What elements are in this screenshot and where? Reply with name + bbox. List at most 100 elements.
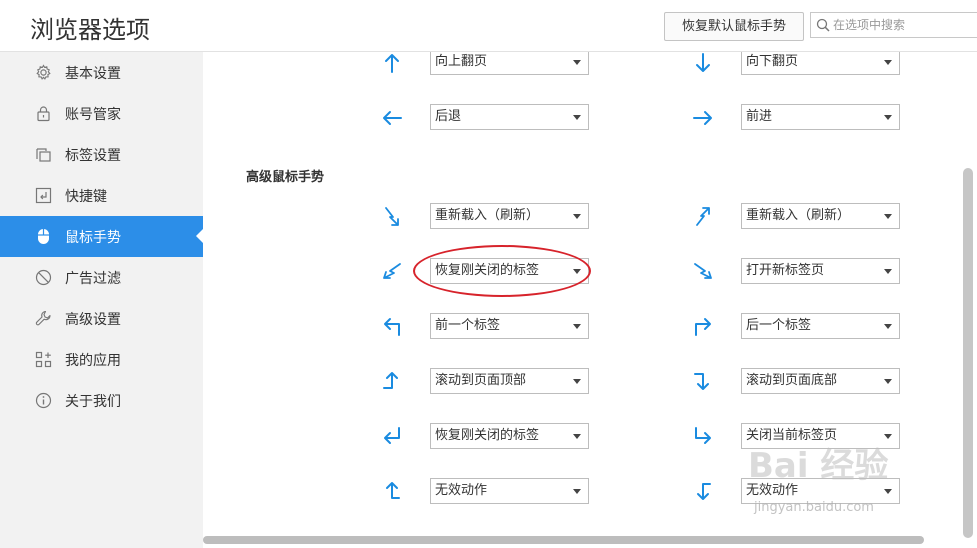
reset-gestures-button[interactable]: 恢复默认鼠标手势 — [664, 12, 804, 41]
sidebar-item-label: 广告过滤 — [65, 271, 121, 287]
apps-icon — [35, 351, 52, 368]
sidebar-item-shortcuts[interactable]: 快捷键 — [0, 175, 203, 216]
search-box[interactable] — [810, 12, 977, 38]
arrow-down-right-icon — [695, 427, 711, 444]
gesture-select-value: 重新载入（刷新） — [435, 208, 540, 223]
chevron-down-icon — [884, 379, 892, 384]
gesture-select-reload-2[interactable]: 重新载入（刷新） — [741, 203, 900, 229]
gesture-select-value: 滚动到页面顶部 — [435, 373, 527, 388]
gesture-select-scroll-top[interactable]: 滚动到页面顶部 — [430, 368, 589, 394]
gesture-select-value: 前进 — [746, 109, 773, 124]
horizontal-scrollbar[interactable] — [203, 536, 924, 544]
chevron-down-icon — [573, 324, 581, 329]
chevron-down-icon — [884, 60, 892, 65]
gesture-select-value: 无效动作 — [746, 483, 799, 498]
info-icon — [35, 392, 52, 409]
sidebar-item-advanced[interactable]: 高级设置 — [0, 298, 203, 339]
chevron-down-icon — [573, 60, 581, 65]
arrow-left-icon — [383, 111, 402, 125]
gesture-select-left[interactable]: 后退 — [430, 104, 589, 130]
gesture-zigzag-down-icon — [385, 207, 399, 226]
arrow-up-icon — [385, 54, 399, 73]
arrow-left-down-icon — [697, 483, 711, 500]
sidebar-item-label: 快捷键 — [65, 189, 107, 205]
gesture-select-restore-tab-2[interactable]: 恢复刚关闭的标签 — [430, 423, 589, 449]
gesture-select-next-tab[interactable]: 后一个标签 — [741, 313, 900, 339]
search-input[interactable] — [833, 16, 973, 34]
gesture-select-down[interactable]: 向下翻页 — [741, 52, 900, 75]
gesture-select-restore-tab[interactable]: 恢复刚关闭的标签 — [430, 258, 589, 284]
chevron-down-icon — [573, 434, 581, 439]
sidebar-item-about[interactable]: 关于我们 — [0, 380, 203, 421]
gesture-settings-panel: 向上翻页 向下翻页 后退 前进 高级鼠标手势 重新载入（刷新） 重新载入（刷新）… — [203, 52, 977, 548]
chevron-down-icon — [884, 324, 892, 329]
gesture-select-scroll-bottom[interactable]: 滚动到页面底部 — [741, 368, 900, 394]
sidebar-item-label: 高级设置 — [65, 312, 121, 328]
gesture-select-value: 前一个标签 — [435, 318, 501, 333]
chevron-down-icon — [573, 489, 581, 494]
mouse-icon — [38, 229, 49, 244]
sidebar-item-adblock[interactable]: 广告过滤 — [0, 257, 203, 298]
gesture-select-close-tab[interactable]: 关闭当前标签页 — [741, 423, 900, 449]
chevron-down-icon — [884, 214, 892, 219]
gesture-select-up[interactable]: 向上翻页 — [430, 52, 589, 75]
arrow-right-down-icon — [694, 373, 709, 390]
sidebar: 基本设置 账号管家 标签设置 快捷键 鼠标手势 广告过滤 高级设置 我的应用 关… — [0, 52, 203, 548]
gesture-zigzag-up-icon — [696, 207, 710, 226]
page-title: 浏览器选项 — [30, 16, 150, 44]
gesture-select-value: 向下翻页 — [746, 54, 799, 69]
gesture-select-value: 恢复刚关闭的标签 — [435, 428, 540, 443]
gesture-select-value: 后退 — [435, 109, 462, 124]
sidebar-item-label: 账号管家 — [65, 107, 121, 123]
gesture-select-prev-tab[interactable]: 前一个标签 — [430, 313, 589, 339]
sidebar-item-account[interactable]: 账号管家 — [0, 93, 203, 134]
gesture-select-value: 重新载入（刷新） — [746, 208, 851, 223]
chevron-down-icon — [573, 269, 581, 274]
gesture-select-value: 恢复刚关闭的标签 — [435, 263, 540, 278]
chevron-down-icon — [884, 269, 892, 274]
sidebar-item-basic[interactable]: 基本设置 — [0, 52, 203, 93]
arrow-right-icon — [693, 111, 712, 125]
arrow-down-left-icon — [384, 427, 400, 444]
block-icon — [35, 269, 52, 286]
chevron-down-icon — [573, 214, 581, 219]
gear-icon — [36, 64, 51, 80]
chevron-down-icon — [884, 115, 892, 120]
gesture-select-noop-1[interactable]: 无效动作 — [430, 478, 589, 504]
sidebar-item-label: 标签设置 — [65, 148, 121, 164]
gesture-select-noop-2[interactable]: 无效动作 — [741, 478, 900, 504]
gesture-select-value: 关闭当前标签页 — [746, 428, 838, 443]
arrow-up-left-icon — [384, 318, 400, 336]
chevron-down-icon — [573, 379, 581, 384]
gesture-select-right[interactable]: 前进 — [741, 104, 900, 130]
keyboard-icon — [35, 187, 52, 204]
vertical-scrollbar[interactable] — [963, 168, 973, 538]
gesture-select-value: 后一个标签 — [746, 318, 812, 333]
sidebar-item-mouse-gestures[interactable]: 鼠标手势 — [0, 216, 203, 257]
advanced-gestures-heading: 高级鼠标手势 — [246, 170, 325, 185]
sidebar-item-label: 鼠标手势 — [65, 230, 121, 246]
arrow-down-icon — [696, 53, 710, 72]
gesture-zigzag-left-icon — [383, 263, 401, 279]
gesture-select-value: 无效动作 — [435, 483, 488, 498]
arrow-left-up-icon — [386, 482, 400, 499]
gesture-select-new-tab[interactable]: 打开新标签页 — [741, 258, 900, 284]
search-icon — [816, 18, 830, 32]
sidebar-item-tabs[interactable]: 标签设置 — [0, 134, 203, 175]
gesture-select-value: 滚动到页面底部 — [746, 373, 838, 388]
chevron-down-icon — [884, 434, 892, 439]
tabs-icon — [36, 148, 51, 162]
chevron-down-icon — [573, 115, 581, 120]
gesture-zigzag-right-icon — [694, 263, 712, 279]
gesture-select-reload-1[interactable]: 重新载入（刷新） — [430, 203, 589, 229]
gesture-select-value: 打开新标签页 — [746, 263, 825, 278]
header: 浏览器选项 恢复默认鼠标手势 — [0, 0, 977, 52]
wrench-icon — [35, 310, 51, 326]
sidebar-item-label: 基本设置 — [65, 66, 121, 82]
arrow-right-up-icon — [383, 372, 398, 389]
sidebar-item-label: 我的应用 — [65, 353, 121, 369]
sidebar-item-apps[interactable]: 我的应用 — [0, 339, 203, 380]
lock-icon — [37, 106, 50, 122]
sidebar-item-label: 关于我们 — [65, 394, 121, 410]
gesture-select-value: 向上翻页 — [435, 54, 488, 69]
